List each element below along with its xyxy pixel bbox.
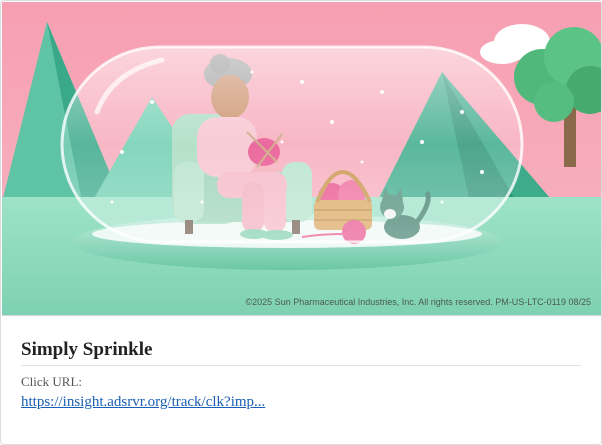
glass-capsule: [60, 45, 524, 244]
ad-card: ©2025 Sun Pharmaceutical Industries, Inc…: [0, 0, 602, 445]
click-url-link[interactable]: https://insight.adsrvr.org/track/clk?imp…: [21, 394, 265, 411]
click-url-label: Click URL:: [21, 374, 83, 389]
ad-info: Simply Sprinkle Click URL: https://insig…: [21, 339, 581, 411]
ad-image[interactable]: ©2025 Sun Pharmaceutical Industries, Inc…: [2, 2, 601, 316]
ad-title: Simply Sprinkle: [21, 339, 581, 366]
ad-illustration: [2, 2, 601, 315]
ad-copyright: ©2025 Sun Pharmaceutical Industries, Inc…: [245, 297, 591, 307]
